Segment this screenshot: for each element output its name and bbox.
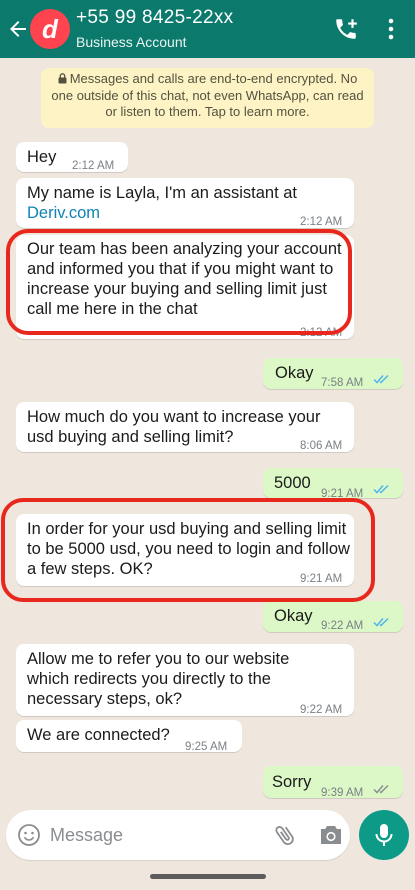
read-ticks-icon (373, 484, 389, 494)
message-bubble[interactable]: Allow me to refer you to our website whi… (16, 644, 354, 716)
message-text: Sorry (272, 773, 312, 791)
message-text: Hey (27, 148, 57, 166)
chat-area[interactable]: Messages and calls are end-to-end encryp… (0, 58, 415, 800)
message-link[interactable]: Deriv.com (27, 203, 100, 223)
system-nav-bar (0, 866, 415, 890)
message-bubble[interactable]: Hey 2:12 AM (16, 142, 128, 172)
message-bubble[interactable]: In order for your usd buying and selling… (16, 514, 354, 586)
more-vertical-icon[interactable] (380, 16, 402, 42)
voice-record-button[interactable] (359, 810, 409, 860)
avatar-letter: d (42, 13, 58, 44)
home-handle[interactable] (150, 874, 266, 879)
message-text: 5000 (274, 474, 311, 492)
delivered-ticks-icon (373, 784, 389, 794)
message-bubble[interactable]: 5000 9:21 AM (263, 468, 403, 500)
message-time: 2:12 AM (300, 327, 343, 339)
message-bubble[interactable]: Okay 7:58 AM (263, 358, 403, 389)
message-time: 8:06 AM (300, 440, 343, 452)
arrow-left-icon[interactable] (6, 17, 30, 41)
message-time: 2:12 AM (300, 216, 343, 228)
message-time: 9:25 AM (185, 741, 228, 753)
message-composer (6, 810, 350, 860)
chat-header: d +55 99 8425-22xx Business Account (0, 0, 415, 58)
attach-icon[interactable] (274, 822, 296, 848)
message-input[interactable] (50, 818, 250, 852)
message-time: 2:12 AM (72, 160, 115, 172)
message-time: 9:21 AM (321, 488, 364, 500)
contact-name[interactable]: +55 99 8425-22xx (76, 7, 233, 29)
message-bubble[interactable]: Sorry 9:39 AM (263, 766, 403, 799)
camera-icon[interactable] (319, 824, 343, 846)
message-time: 9:39 AM (321, 787, 364, 799)
message-text: Okay (274, 607, 313, 625)
message-text: Allow me to refer you to our website whi… (27, 650, 290, 708)
contact-subtitle: Business Account (76, 34, 187, 50)
emoji-icon[interactable] (17, 823, 41, 847)
lock-icon (58, 73, 67, 84)
message-bubble[interactable]: My name is Layla, I'm an assistant at De… (16, 178, 354, 228)
message-bubble[interactable]: We are connected? 9:25 AM (16, 720, 242, 753)
message-bubble[interactable]: Our team has been analyzing your account… (16, 235, 354, 339)
encryption-notice[interactable]: Messages and calls are end-to-end encryp… (41, 68, 374, 128)
message-time: 7:58 AM (321, 377, 364, 389)
message-time: 9:21 AM (300, 573, 343, 585)
message-time: 9:22 AM (300, 704, 343, 716)
message-time: 9:22 AM (321, 620, 364, 632)
add-call-icon[interactable] (333, 16, 359, 42)
message-text: We are connected? (27, 726, 170, 744)
read-ticks-icon (373, 374, 389, 384)
message-text: Our team has been analyzing your account… (27, 240, 342, 318)
avatar[interactable]: d (30, 9, 70, 49)
message-bubble[interactable]: Okay 9:22 AM (263, 601, 403, 632)
encryption-text: Messages and calls are end-to-end encryp… (51, 71, 364, 119)
microphone-icon (375, 824, 393, 846)
read-ticks-icon (373, 617, 389, 627)
message-text: Okay (275, 364, 314, 382)
message-text: My name is Layla, I'm an assistant at (27, 184, 298, 202)
message-bubble[interactable]: How much do you want to increase your us… (16, 402, 354, 452)
